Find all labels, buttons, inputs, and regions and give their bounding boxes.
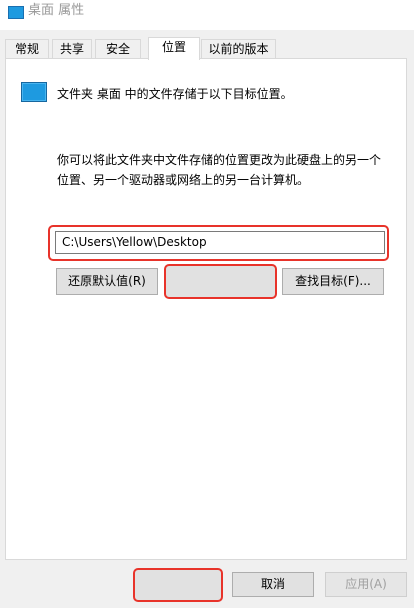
tab-location[interactable]: 位置: [148, 37, 200, 60]
title-bar: 桌面 属性: [0, 0, 414, 30]
tab-previous-versions[interactable]: 以前的版本: [201, 39, 276, 59]
description-line-2: 位置、另一个驱动器或网络上的另一台计算机。: [57, 173, 310, 187]
tab-sharing[interactable]: 共享: [52, 39, 92, 59]
find-target-button[interactable]: 查找目标(F)...: [282, 268, 384, 295]
cancel-button[interactable]: 取消: [232, 572, 314, 597]
restore-default-button[interactable]: 还原默认值(R): [56, 268, 158, 295]
tab-bar: 常规 共享 安全 位置 以前的版本: [5, 37, 409, 60]
folder-icon: [8, 6, 24, 19]
window-title: 桌面 属性: [28, 3, 85, 18]
path-input[interactable]: C:\Users\Yellow\Desktop: [55, 231, 385, 254]
location-panel: [5, 58, 407, 560]
apply-button[interactable]: 应用(A): [325, 572, 407, 597]
description-line-1: 你可以将此文件夹中文件存储的位置更改为此硬盘上的另一个: [57, 153, 382, 167]
tab-security[interactable]: 安全: [95, 39, 141, 59]
location-info-text: 文件夹 桌面 中的文件存储于以下目标位置。: [57, 87, 293, 101]
tab-general[interactable]: 常规: [5, 39, 49, 59]
move-button[interactable]: 移动(M)...: [168, 268, 274, 295]
location-description: 你可以将此文件夹中文件存储的位置更改为此硬盘上的另一个 位置、另一个驱动器或网络…: [57, 150, 397, 190]
folder-icon: [21, 82, 47, 102]
ok-button[interactable]: 确定: [140, 572, 222, 597]
